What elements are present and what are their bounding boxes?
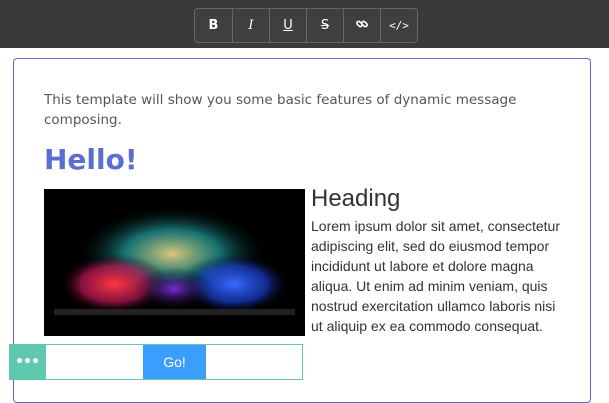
formatting-button-group: B I U S </> <box>194 8 418 43</box>
content-heading[interactable]: Heading <box>311 184 400 214</box>
code-button[interactable]: </> <box>380 9 417 42</box>
image-icon <box>44 189 305 340</box>
button-block[interactable]: Go! <box>45 344 303 380</box>
strikethrough-button[interactable]: S <box>306 9 343 42</box>
bold-button[interactable]: B <box>195 9 232 42</box>
hello-heading[interactable]: Hello! <box>44 140 138 180</box>
formatting-toolbar: B I U S </> <box>0 0 609 48</box>
intro-text[interactable]: This template will show you some basic f… <box>44 90 564 130</box>
go-button[interactable]: Go! <box>143 345 206 379</box>
block-options-button[interactable]: ••• <box>9 344 45 380</box>
italic-button[interactable]: I <box>232 9 269 42</box>
more-icon: ••• <box>15 354 40 370</box>
hero-image[interactable] <box>44 189 305 336</box>
link-button[interactable] <box>343 9 380 42</box>
content-paragraph[interactable]: Lorem ipsum dolor sit amet, consectetur … <box>311 216 566 336</box>
link-icon <box>355 17 369 35</box>
underline-button[interactable]: U <box>269 9 306 42</box>
